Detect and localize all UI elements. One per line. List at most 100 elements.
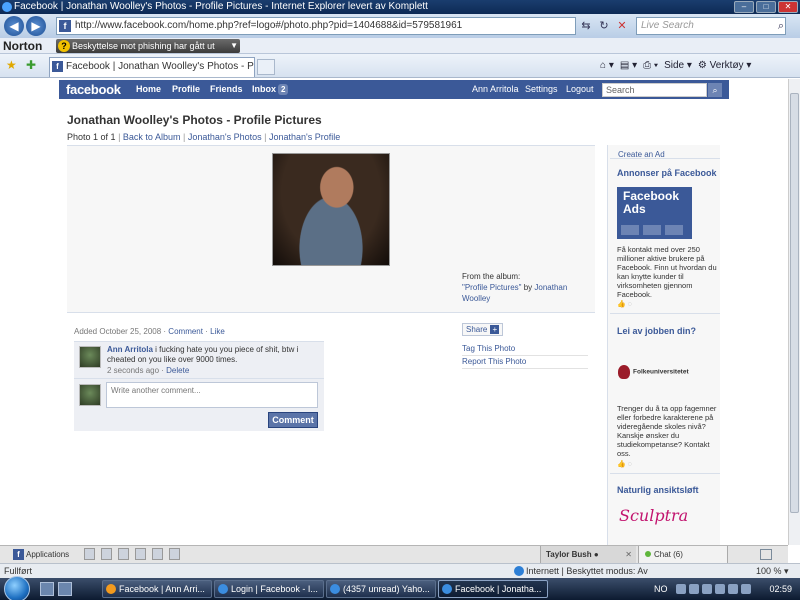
tools-menu[interactable]: ⚙ Verktøy ▾ [698, 58, 751, 74]
like-link[interactable]: Like [210, 327, 225, 336]
nav-user-name[interactable]: Ann Arritola [472, 80, 519, 99]
photos-app-icon[interactable] [84, 548, 95, 560]
chat-label: Chat [654, 550, 671, 559]
url-text: http://www.facebook.com/home.php?ref=log… [75, 20, 463, 31]
nav-home[interactable]: Home [136, 80, 161, 99]
messenger-icon[interactable] [741, 584, 751, 594]
windows-taskbar: Facebook | Ann Arri... Login | Facebook … [0, 576, 800, 600]
ad-title-facebook-ads[interactable]: Annonser på Facebook [617, 168, 717, 178]
facebook-search-input[interactable]: Search [602, 83, 707, 97]
taskbar-item-active[interactable]: Facebook | Jonatha... [438, 580, 548, 598]
groups-app-icon[interactable] [118, 548, 129, 560]
applications-button[interactable]: f Applications [12, 547, 69, 562]
nav-inbox-label: Inbox [252, 84, 276, 94]
owner-photos-link[interactable]: Jonathan's Photos [188, 132, 262, 142]
zoom-text: 100 % [756, 566, 782, 576]
favorites-star-icon[interactable]: ★ [6, 58, 17, 72]
comment-button[interactable]: Comment [268, 412, 318, 428]
photo-viewer: From the album: "Profile Pictures" by Jo… [67, 145, 595, 313]
ad-title-job[interactable]: Lei av jobben din? [617, 326, 696, 336]
security-zone[interactable]: Internett | Beskyttet modus: Av [514, 564, 648, 578]
facebook-ads-image[interactable]: Facebook Ads [617, 187, 692, 239]
stop-icon[interactable]: ✕ [614, 17, 630, 35]
avatar[interactable] [79, 346, 101, 368]
chat-tab[interactable]: Chat (6) [638, 546, 728, 564]
comment-author[interactable]: Ann Arritola [107, 345, 153, 354]
vertical-scrollbar[interactable] [788, 79, 800, 545]
nav-logout[interactable]: Logout [566, 80, 594, 99]
ad-title-facelift[interactable]: Naturlig ansiktsløft [617, 485, 699, 495]
ad-like-icon[interactable]: 👍 ◌ [617, 300, 632, 308]
network-icon[interactable] [702, 584, 712, 594]
nav-friends[interactable]: Friends [210, 80, 243, 99]
taskbar-item[interactable]: Facebook | Ann Arri... [102, 580, 212, 598]
refresh-icon[interactable]: ↻ [596, 17, 612, 35]
taskbar-item[interactable]: (4357 unread) Yaho... [326, 580, 436, 598]
events-app-icon[interactable] [135, 548, 146, 560]
chat-friend-name: Taylor Bush [546, 550, 592, 559]
new-tab-button[interactable] [257, 59, 275, 75]
folkeuniversitetet-logo[interactable]: Folkeuniversitetet [618, 365, 689, 379]
home-icon[interactable]: ⌂ ▾ [600, 58, 614, 74]
scrollbar-thumb[interactable] [790, 93, 799, 513]
back-to-album-link[interactable]: Back to Album [123, 132, 181, 142]
back-button[interactable]: ◀ [4, 16, 24, 36]
tab-facebook-photo[interactable]: f Facebook | Jonathan Woolley's Photos -… [49, 57, 255, 77]
popout-chat-icon[interactable] [760, 549, 772, 560]
separator: | [118, 132, 121, 142]
comment-input[interactable]: Write another comment... [106, 382, 318, 408]
share-button[interactable]: Share + [462, 323, 504, 336]
notes-app-icon[interactable] [152, 548, 163, 560]
minimize-button[interactable]: – [734, 1, 754, 13]
album-owner-first-link[interactable]: Jonathan [534, 283, 567, 292]
owner-profile-link[interactable]: Jonathan's Profile [269, 132, 340, 142]
zoom-level[interactable]: 100 % ▾ [742, 564, 789, 578]
show-desktop-icon[interactable] [40, 582, 54, 596]
comment-time: 2 seconds ago [107, 366, 160, 375]
sculptra-logo[interactable]: Sculptra [619, 506, 688, 525]
video-app-icon[interactable] [101, 548, 112, 560]
clock[interactable]: 02:59 [769, 578, 792, 600]
rss-feed-icon[interactable]: ▤ ▾ [620, 58, 637, 74]
add-favorites-icon[interactable]: ✚ [26, 58, 36, 72]
print-icon[interactable]: ⎙ ▾ [643, 58, 658, 74]
photo-counter: Photo 1 of 1 [67, 132, 116, 142]
live-search-input[interactable]: Live Search [636, 17, 786, 35]
tray-arrow-icon[interactable] [676, 584, 686, 594]
facebook-icon: f [13, 549, 24, 560]
start-button[interactable] [4, 576, 30, 600]
profile-photo[interactable] [272, 153, 390, 266]
close-button[interactable]: ✕ [778, 1, 798, 13]
chat-friend-tab[interactable]: Taylor Bush ● ✕ [540, 546, 636, 564]
refresh-compat-icon[interactable]: ⇆ [578, 17, 594, 35]
address-toolbar: ◀ ▶ f http://www.facebook.com/home.php?r… [0, 14, 800, 38]
links-app-icon[interactable] [169, 548, 180, 560]
nav-settings[interactable]: Settings [525, 80, 558, 99]
comment-delete-link[interactable]: Delete [166, 366, 189, 375]
album-info: From the album: "Profile Pictures" by Jo… [462, 271, 572, 304]
norton-tray-icon[interactable] [728, 584, 738, 594]
search-icon[interactable]: ⌕ [772, 17, 790, 35]
language-indicator[interactable]: NO [654, 578, 668, 600]
facebook-logo[interactable]: facebook [66, 80, 121, 99]
tag-photo-link[interactable]: Tag This Photo [462, 344, 588, 356]
maximize-button[interactable]: □ [756, 1, 776, 13]
close-icon[interactable]: ✕ [625, 546, 632, 564]
volume-icon[interactable] [715, 584, 725, 594]
album-owner-last-link[interactable]: Woolley [462, 294, 490, 303]
page-menu[interactable]: Side ▾ [664, 58, 692, 74]
taskbar-item[interactable]: Login | Facebook - I... [214, 580, 324, 598]
security-icon[interactable] [689, 584, 699, 594]
album-name-link[interactable]: "Profile Pictures" [462, 283, 521, 292]
ad-like-icon[interactable]: 👍 ◌ [617, 460, 632, 468]
forward-button[interactable]: ▶ [26, 16, 46, 36]
search-icon[interactable]: ⌕ [708, 83, 722, 97]
nav-inbox[interactable]: Inbox 2 [252, 80, 289, 99]
norton-phishing-warning[interactable]: ? Beskyttelse mot phishing har gått ut ▼ [56, 39, 240, 53]
comment-link[interactable]: Comment [168, 327, 203, 336]
report-photo-link[interactable]: Report This Photo [462, 357, 588, 369]
switch-windows-icon[interactable] [58, 582, 72, 596]
from-album-label: From the album: [462, 272, 521, 281]
nav-profile[interactable]: Profile [172, 80, 200, 99]
address-bar[interactable]: f http://www.facebook.com/home.php?ref=l… [56, 17, 576, 35]
